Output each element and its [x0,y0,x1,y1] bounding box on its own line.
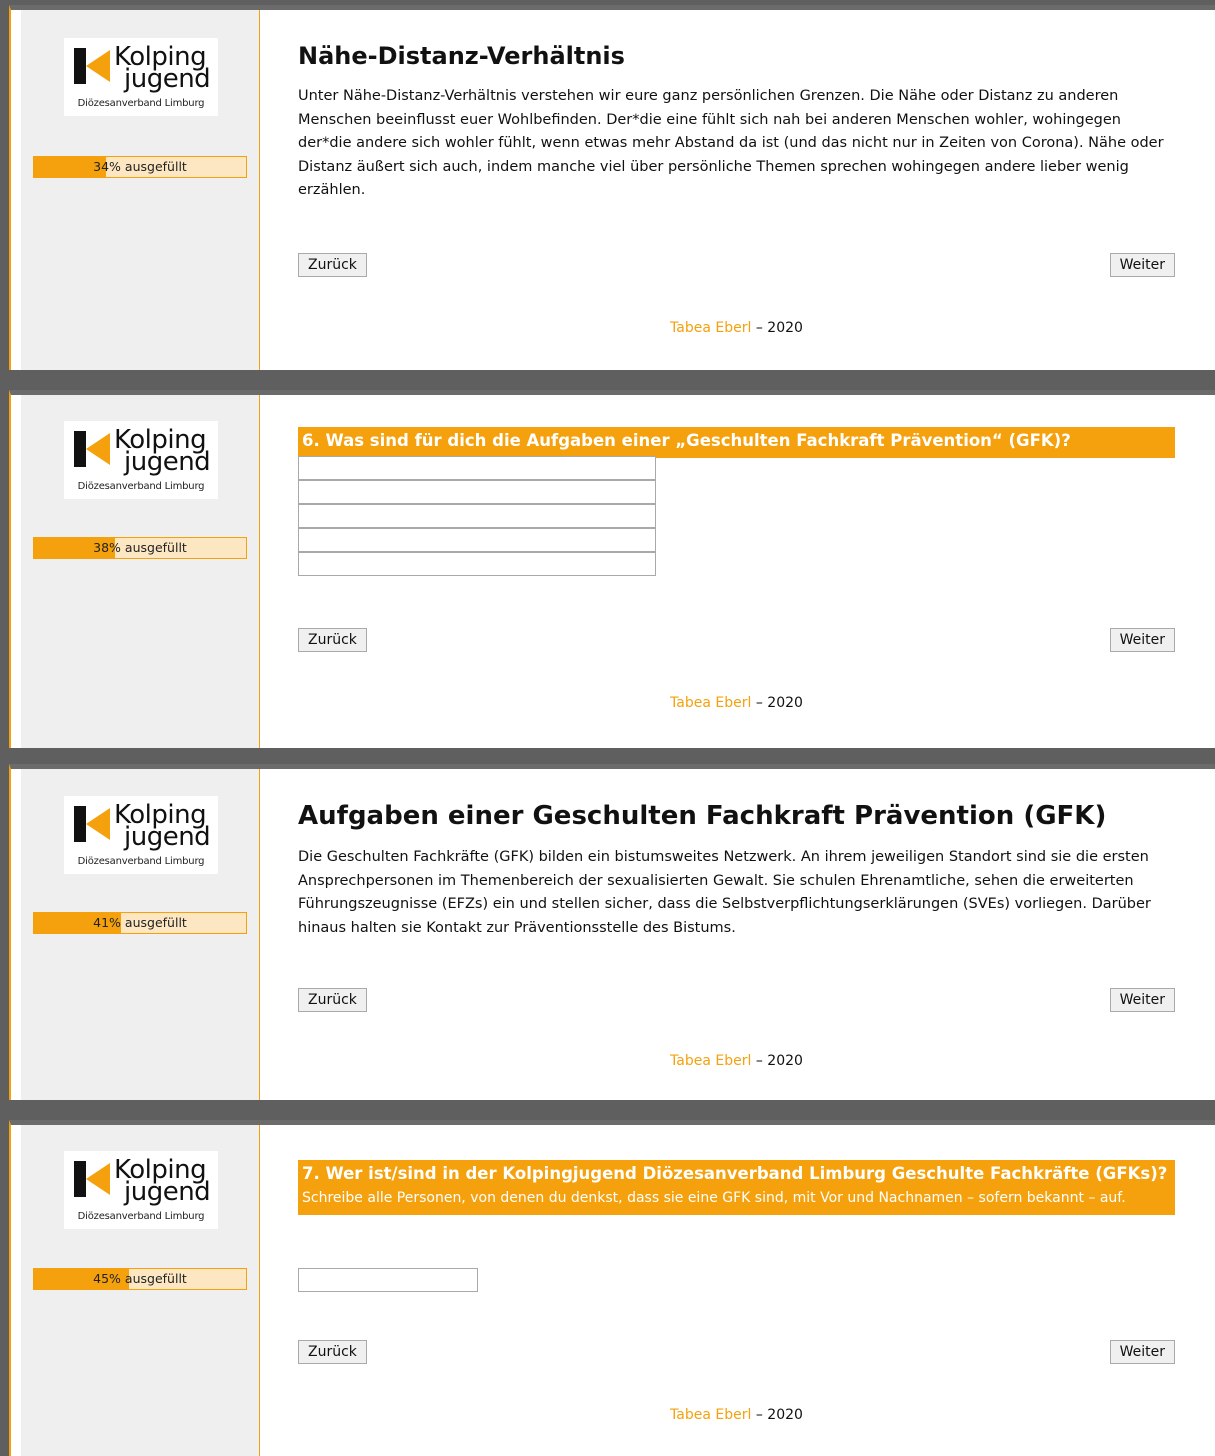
question-title: 7. Wer ist/sind in der Kolpingjugend Diö… [302,1164,1168,1183]
footer: Tabea Eberl – 2020 [670,320,803,336]
footer-year: 2020 [767,695,803,711]
back-button[interactable]: Zurück [298,1340,367,1364]
logo-word-2: jugend [124,447,211,477]
survey-panel-3: Kolping jugend Diözesanverband Limburg 4… [9,764,1215,1100]
logo-word-2: jugend [124,1177,211,1207]
answer-input-4[interactable] [298,528,656,552]
content: Aufgaben einer Geschulten Fachkraft Präv… [298,769,1175,1100]
next-button[interactable]: Weiter [1109,253,1175,277]
footer: Tabea Eberl – 2020 [670,1407,803,1423]
progress-label: 34% ausgefüllt [93,159,187,174]
kolping-k-icon [74,48,110,84]
progress-bar: 45% ausgefüllt [33,1268,247,1290]
question-hint: Schreibe alle Personen, von denen du den… [302,1190,1126,1206]
author-link[interactable]: Tabea Eberl [670,320,751,336]
kolpingjugend-logo: Kolping jugend Diözesanverband Limburg [64,421,218,499]
content: 7. Wer ist/sind in der Kolpingjugend Diö… [298,1125,1175,1456]
answer-input-2[interactable] [298,480,656,504]
back-button[interactable]: Zurück [298,628,367,652]
survey-panel-4: Kolping jugend Diözesanverband Limburg 4… [9,1120,1215,1456]
page-title: Aufgaben einer Geschulten Fachkraft Präv… [298,801,1107,831]
kolpingjugend-logo: Kolping jugend Diözesanverband Limburg [64,796,218,874]
progress-bar: 34% ausgefüllt [33,156,247,178]
progress-label: 41% ausgefüllt [93,915,187,930]
info-text: Unter Nähe-Distanz-Verhältnis verstehen … [298,88,1164,198]
footer-year: 2020 [767,1407,803,1423]
next-button[interactable]: Weiter [1109,1340,1175,1364]
kolping-k-icon [74,431,110,467]
progress-bar: 38% ausgefüllt [33,537,247,559]
content: Nähe-Distanz-Verhältnis Unter Nähe-Dista… [298,10,1175,370]
sidebar: Kolping jugend Diözesanverband Limburg 3… [21,10,260,370]
next-button[interactable]: Weiter [1109,628,1175,652]
author-link[interactable]: Tabea Eberl [670,695,751,711]
answer-input-3[interactable] [298,504,656,528]
sidebar: Kolping jugend Diözesanverband Limburg 4… [21,769,260,1100]
answer-input-1[interactable] [298,456,656,480]
page-title: Nähe-Distanz-Verhältnis [298,42,625,70]
survey-panel-1: Kolping jugend Diözesanverband Limburg 3… [9,5,1215,370]
content: 6. Was sind für dich die Aufgaben einer … [298,395,1175,748]
logo-subtitle: Diözesanverband Limburg [77,856,205,867]
logo-word-2: jugend [124,64,211,94]
kolpingjugend-logo: Kolping jugend Diözesanverband Limburg [64,38,218,116]
logo-word-2: jugend [124,822,211,852]
kolping-k-icon [74,806,110,842]
footer-year: 2020 [767,320,803,336]
author-link[interactable]: Tabea Eberl [670,1053,751,1069]
sidebar: Kolping jugend Diözesanverband Limburg 3… [21,395,260,748]
sidebar: Kolping jugend Diözesanverband Limburg 4… [21,1125,260,1456]
logo-subtitle: Diözesanverband Limburg [77,1211,205,1222]
question-header: 6. Was sind für dich die Aufgaben einer … [298,427,1175,458]
next-button[interactable]: Weiter [1109,988,1175,1012]
footer: Tabea Eberl – 2020 [670,695,803,711]
logo-subtitle: Diözesanverband Limburg [77,98,205,109]
answer-input[interactable] [298,1268,478,1292]
back-button[interactable]: Zurück [298,253,367,277]
answer-input-5[interactable] [298,552,656,576]
logo-subtitle: Diözesanverband Limburg [77,481,205,492]
question-header: 7. Wer ist/sind in der Kolpingjugend Diö… [298,1160,1175,1215]
progress-bar: 41% ausgefüllt [33,912,247,934]
footer: Tabea Eberl – 2020 [670,1053,803,1069]
info-text: Die Geschulten Fachkräfte (GFK) bilden e… [298,849,1151,936]
author-link[interactable]: Tabea Eberl [670,1407,751,1423]
progress-label: 45% ausgefüllt [93,1271,187,1286]
survey-panel-2: Kolping jugend Diözesanverband Limburg 3… [9,390,1215,748]
progress-label: 38% ausgefüllt [93,540,187,555]
back-button[interactable]: Zurück [298,988,367,1012]
kolpingjugend-logo: Kolping jugend Diözesanverband Limburg [64,1151,218,1229]
kolping-k-icon [74,1161,110,1197]
footer-year: 2020 [767,1053,803,1069]
question-title: 6. Was sind für dich die Aufgaben einer … [302,431,1071,450]
